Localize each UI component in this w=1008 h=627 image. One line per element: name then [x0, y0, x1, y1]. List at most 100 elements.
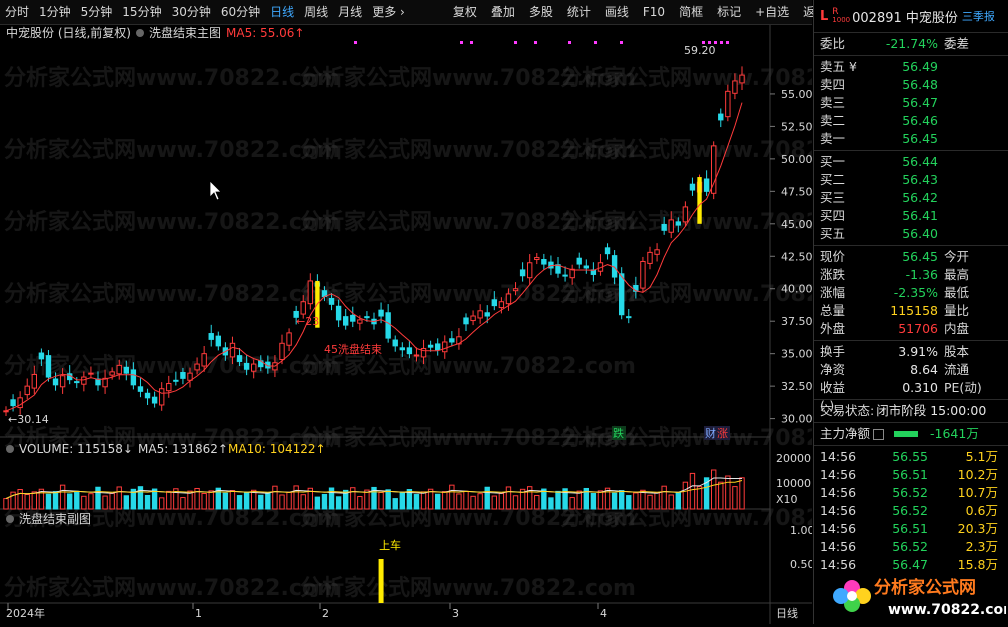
volume-bar: [95, 486, 101, 510]
ask-row[interactable]: 卖二 56.46: [814, 112, 1008, 130]
period-tab-4[interactable]: 30分钟: [167, 0, 216, 24]
bid-row[interactable]: 买二 56.43: [814, 171, 1008, 189]
fund-label: 收益(-): [820, 380, 846, 413]
main-net-toggle-icon[interactable]: [873, 429, 885, 440]
quote-label: 总量: [820, 303, 846, 318]
period-tab-7[interactable]: 周线: [299, 0, 333, 24]
period-tab-1[interactable]: 1分钟: [34, 0, 76, 24]
stock-badge-top: R: [832, 7, 839, 17]
period-toolbar: 分时 1分钟 5分钟 15分钟 30分钟 60分钟 日线 周线 月线 更多 › 复权 叠加 多股 统计 画线…: [0, 0, 827, 25]
bid-row[interactable]: 买三 56.42: [814, 189, 1008, 207]
date-tick-label: 3: [452, 607, 459, 620]
bid-row[interactable]: 买五 56.40: [814, 225, 1008, 243]
period-tab-2[interactable]: 5分钟: [76, 0, 118, 24]
bid-price: 56.43: [902, 172, 938, 187]
candle-body: [300, 301, 306, 315]
volume-bar: [449, 484, 455, 510]
period-tab-8[interactable]: 月线: [333, 0, 367, 24]
period-tab-3[interactable]: 15分钟: [117, 0, 166, 24]
tool-button-1[interactable]: 叠加: [486, 0, 520, 24]
chart-area[interactable]: 分析家公式网www.70822.com 分析家公式网www.70822.com 分析…: [0, 25, 896, 624]
watermark-text: 分析家公式网www.70822.com: [4, 209, 340, 235]
volume-value: VOLUME: 115158↓: [19, 442, 133, 456]
candle-body: [470, 315, 476, 322]
vol-tick-10000: 10000: [776, 477, 811, 490]
candle-body: [243, 362, 250, 370]
candle-body: [3, 410, 9, 413]
ask-price: 56.48: [902, 77, 938, 92]
ma5-value: MA5: 55.06↑: [226, 26, 304, 40]
period-tab-6[interactable]: 日线: [265, 0, 299, 24]
volume-bar: [399, 491, 406, 510]
top-marker: [460, 41, 463, 44]
ask-label: 卖四: [820, 77, 846, 92]
tool-button-8[interactable]: +自选: [750, 0, 794, 24]
volume-bar: [456, 493, 462, 510]
candle-body: [250, 363, 257, 372]
period-tab-5[interactable]: 60分钟: [216, 0, 265, 24]
signal-candle: [697, 177, 702, 224]
top-marker: [726, 41, 729, 44]
price-tick: 40.00: [781, 283, 812, 296]
bid-row[interactable]: 买四 56.41: [814, 207, 1008, 225]
bid-row[interactable]: 买一 56.44: [814, 153, 1008, 171]
tool-button-4[interactable]: 画线: [600, 0, 634, 24]
candle-body: [703, 178, 710, 192]
quote-right-label: 最高: [944, 267, 970, 282]
bid-list: 买一 56.44 买二 56.43 买三 56.42 买四 56.41 买五 56.40: [814, 153, 1008, 243]
volume-bar: [420, 491, 427, 510]
candle-body: [491, 299, 498, 307]
sub-tick-05: 0.50: [790, 558, 812, 571]
candle-body: [562, 274, 568, 277]
watermark-text: 分析家公式网www.70822.com: [4, 575, 340, 601]
candle-body: [519, 269, 526, 277]
period-tab-9[interactable]: 更多 ›: [367, 0, 410, 24]
main-indicator-name[interactable]: 洗盘结束主图: [149, 25, 221, 40]
tool-button-5[interactable]: F10: [638, 0, 670, 24]
quote-panel: L R 1000 002891 中宠股份 三季报 委比 -21.74% 委差 卖…: [813, 0, 1008, 624]
candle-body: [59, 375, 66, 388]
volume-bar: [470, 495, 476, 510]
stock-prefix: L: [820, 8, 829, 24]
volume-bar: [413, 494, 420, 510]
fund-label: 换手: [820, 344, 846, 359]
tool-button-0[interactable]: 复权: [448, 0, 482, 24]
subchart-toggle-icon[interactable]: [6, 515, 14, 523]
ask-row[interactable]: 卖四 56.48: [814, 76, 1008, 94]
volume-bar: [682, 481, 689, 510]
ask-row[interactable]: 卖三 56.47: [814, 94, 1008, 112]
volume-bar: [208, 490, 214, 510]
candle-body: [180, 372, 186, 379]
indicator-toggle-icon[interactable]: [136, 29, 144, 37]
volume-bar: [548, 497, 554, 510]
tool-button-3[interactable]: 统计: [562, 0, 596, 24]
candle-body: [484, 312, 490, 317]
quote-value: 51706: [898, 321, 938, 336]
candle-body: [342, 316, 349, 326]
volume-bar: [732, 486, 738, 510]
top-marker: [594, 41, 597, 44]
ask-price: 56.45: [902, 131, 938, 146]
kline-chart-svg[interactable]: 分析家公式网www.70822.com 分析家公式网www.70822.com 分析…: [0, 25, 896, 624]
candle-body: [385, 312, 391, 339]
tool-button-6[interactable]: 简框: [674, 0, 708, 24]
watermark-text: 分析家公式网www.70822.com: [560, 281, 812, 307]
mouse-cursor-icon: [209, 180, 222, 201]
period-tab-0[interactable]: 分时: [0, 0, 34, 24]
subchart-name[interactable]: 洗盘结束副图: [19, 511, 91, 526]
volume-bar: [661, 485, 667, 510]
tool-button-7[interactable]: 标记: [712, 0, 746, 24]
price-tick: 55.00: [781, 88, 812, 101]
ask-label: 卖一: [820, 131, 846, 146]
candle-body: [74, 381, 80, 384]
candle-body: [38, 352, 45, 360]
ask-row[interactable]: 卖五 ¥ 56.49: [814, 58, 1008, 76]
stock-report-tag[interactable]: 三季报: [962, 8, 995, 24]
stock-code-name[interactable]: 002891 中宠股份: [852, 7, 958, 26]
ask-row[interactable]: 卖一 56.45: [814, 130, 1008, 148]
volume-bar: [498, 492, 505, 510]
candle-body: [569, 268, 575, 279]
quote-row: 涨幅 -2.35% 最低: [814, 284, 1008, 302]
tool-button-2[interactable]: 多股: [524, 0, 558, 24]
volume-toggle-icon[interactable]: [6, 445, 14, 453]
